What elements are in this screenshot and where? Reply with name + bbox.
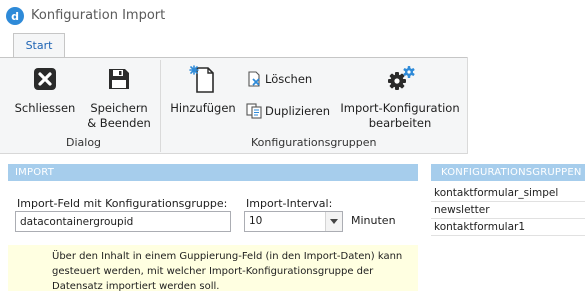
- configuration-groups-header: KONFIGURATIONSGRUPPEN: [431, 164, 585, 181]
- ribbon-tab-strip: Start: [0, 32, 585, 58]
- duplicate-button-label: Duplizieren: [265, 104, 330, 118]
- configuration-groups-list: kontaktformular_simpel newsletter kontak…: [431, 185, 585, 236]
- list-item[interactable]: kontaktformular_simpel: [431, 185, 585, 202]
- import-interval-unit: Minuten: [351, 214, 396, 227]
- new-document-icon: [188, 64, 216, 97]
- app-logo-icon: d: [6, 7, 24, 25]
- svg-text:d: d: [11, 10, 19, 23]
- save-and-close-button[interactable]: Speichern & Beenden: [82, 62, 156, 132]
- duplicate-button[interactable]: Duplizieren: [245, 102, 330, 122]
- duplicate-document-icon: [246, 103, 263, 122]
- add-button[interactable]: Hinzufügen: [166, 62, 240, 118]
- import-interval-label: Import-Interval:: [246, 197, 333, 210]
- import-section-header: IMPORT: [8, 164, 418, 181]
- info-text: Über den Inhalt in einem Guppierung-Feld…: [52, 251, 403, 292]
- close-button[interactable]: Schliessen: [10, 62, 80, 132]
- edit-button-label-line2: bearbeiten: [368, 116, 432, 130]
- group-separator: [160, 60, 161, 152]
- group-label-configuration-groups: Konfigurationsgruppen: [251, 136, 377, 149]
- import-interval-select[interactable]: 10: [244, 211, 343, 232]
- tab-start[interactable]: Start: [13, 33, 65, 57]
- save-button-label-line2: & Beenden: [87, 116, 151, 130]
- group-label-dialog: Dialog: [66, 136, 102, 149]
- delete-button[interactable]: Löschen: [245, 70, 315, 88]
- floppy-disk-icon: [107, 67, 131, 94]
- chevron-down-icon[interactable]: [325, 212, 342, 231]
- info-box: Über den Inhalt in einem Guppierung-Feld…: [8, 245, 418, 292]
- add-button-label: Hinzufügen: [170, 101, 236, 115]
- list-item[interactable]: newsletter: [431, 202, 585, 219]
- gears-icon: [386, 65, 416, 96]
- delete-button-label: Löschen: [265, 72, 313, 86]
- edit-button-label-line1: Import-Konfiguration: [340, 101, 460, 115]
- import-field-input[interactable]: [15, 211, 231, 232]
- close-button-label: Schliessen: [14, 101, 76, 115]
- save-button-label-line1: Speichern: [90, 101, 148, 115]
- ribbon-edge: [467, 57, 468, 154]
- window-title: Konfiguration Import: [31, 8, 166, 23]
- edit-import-configuration-button[interactable]: Import-Konfiguration bearbeiten: [336, 62, 464, 132]
- list-item[interactable]: kontaktformular1: [431, 219, 585, 236]
- title-bar: d Konfiguration Import: [0, 0, 585, 32]
- delete-document-icon: [247, 71, 262, 90]
- import-field-label: Import-Feld mit Konfigurationsgruppe:: [17, 197, 228, 210]
- import-interval-value: 10: [249, 215, 263, 227]
- close-x-icon: [33, 67, 57, 94]
